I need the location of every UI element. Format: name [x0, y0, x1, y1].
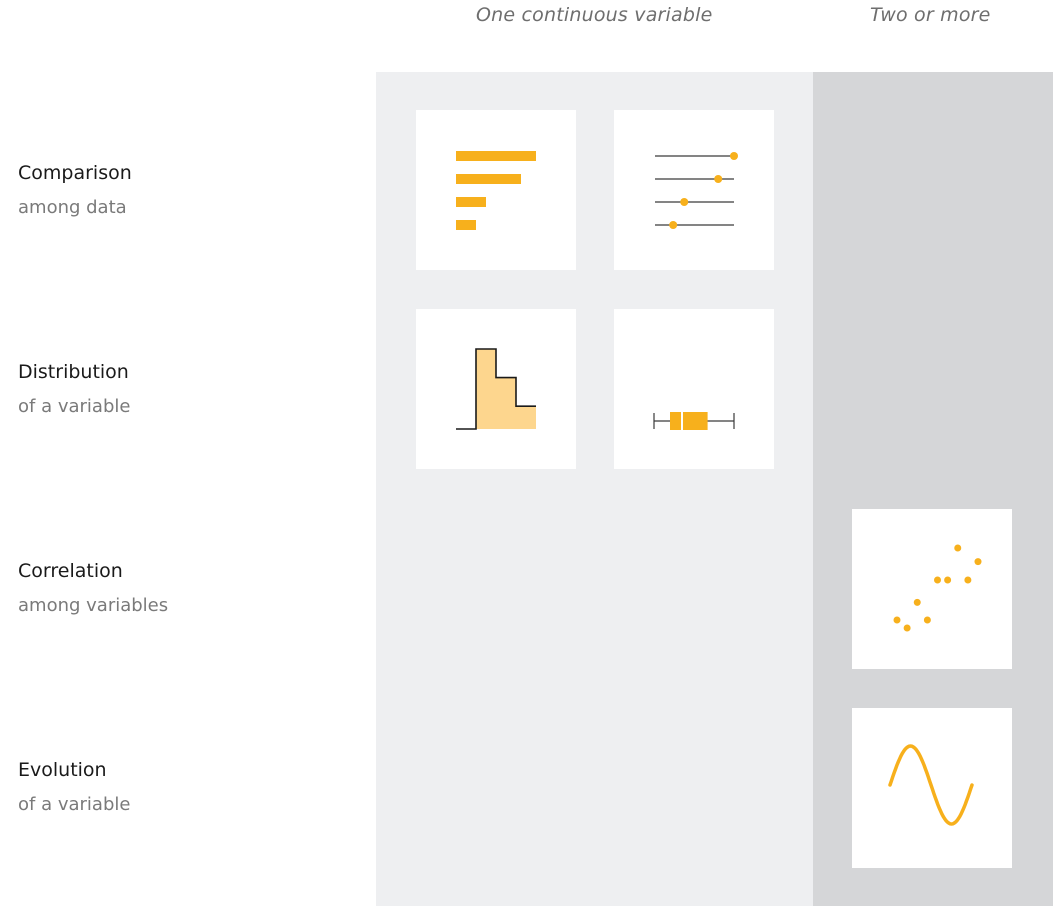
- line-series: [888, 744, 974, 826]
- lollipop-dot: [730, 152, 738, 160]
- column-header-two-or-more: Two or more: [870, 4, 991, 26]
- row-label-comparison: Comparison among data: [18, 160, 132, 221]
- scatter-point: [964, 576, 972, 584]
- row-label-distribution: Distribution of a variable: [18, 359, 130, 420]
- lollipop-dot: [669, 221, 678, 229]
- lollipop-chart-icon-card: [614, 110, 774, 270]
- row-subtitle: among data: [18, 197, 127, 218]
- bar-mark: [456, 197, 486, 207]
- column-header-one-variable: One continuous variable: [476, 4, 713, 26]
- scatter-point: [913, 598, 921, 606]
- scatter-point: [944, 576, 952, 584]
- scatter-point: [923, 616, 931, 624]
- row-title: Comparison: [18, 162, 132, 184]
- row-title: Distribution: [18, 361, 129, 383]
- scatter-point: [903, 624, 911, 632]
- boxplot-icon: [653, 412, 735, 430]
- row-subtitle: among variables: [18, 595, 169, 616]
- row-subtitle: of a variable: [18, 794, 131, 815]
- scatter-plot-icon: [893, 544, 982, 632]
- bar-chart-icon: [456, 151, 536, 230]
- row-label-correlation: Correlation among variables: [18, 558, 168, 619]
- lollipop-dot: [680, 198, 689, 206]
- scatter-point: [974, 558, 982, 566]
- row-title: Correlation: [18, 560, 123, 582]
- scatter-point: [934, 576, 941, 584]
- row-subtitle: of a variable: [18, 396, 131, 417]
- bar-mark: [456, 151, 536, 161]
- lollipop-dot: [714, 175, 723, 183]
- bar-mark: [456, 174, 521, 184]
- lollipop-chart-icon: [655, 152, 738, 229]
- histogram-icon-card: [416, 309, 576, 469]
- boxplot-icon-card: [614, 309, 774, 469]
- scatter-point: [893, 616, 901, 624]
- row-title: Evolution: [18, 759, 107, 781]
- line-chart-icon-card: [852, 708, 1012, 868]
- bar-mark: [456, 220, 476, 230]
- scatter-plot-icon-card: [852, 509, 1012, 669]
- scatter-point: [954, 544, 962, 552]
- bar-chart-icon-card: [416, 110, 576, 270]
- row-label-evolution: Evolution of a variable: [18, 757, 130, 818]
- line-chart-icon: [888, 744, 974, 826]
- boxplot-box: [670, 412, 708, 430]
- histogram-icon: [456, 348, 536, 430]
